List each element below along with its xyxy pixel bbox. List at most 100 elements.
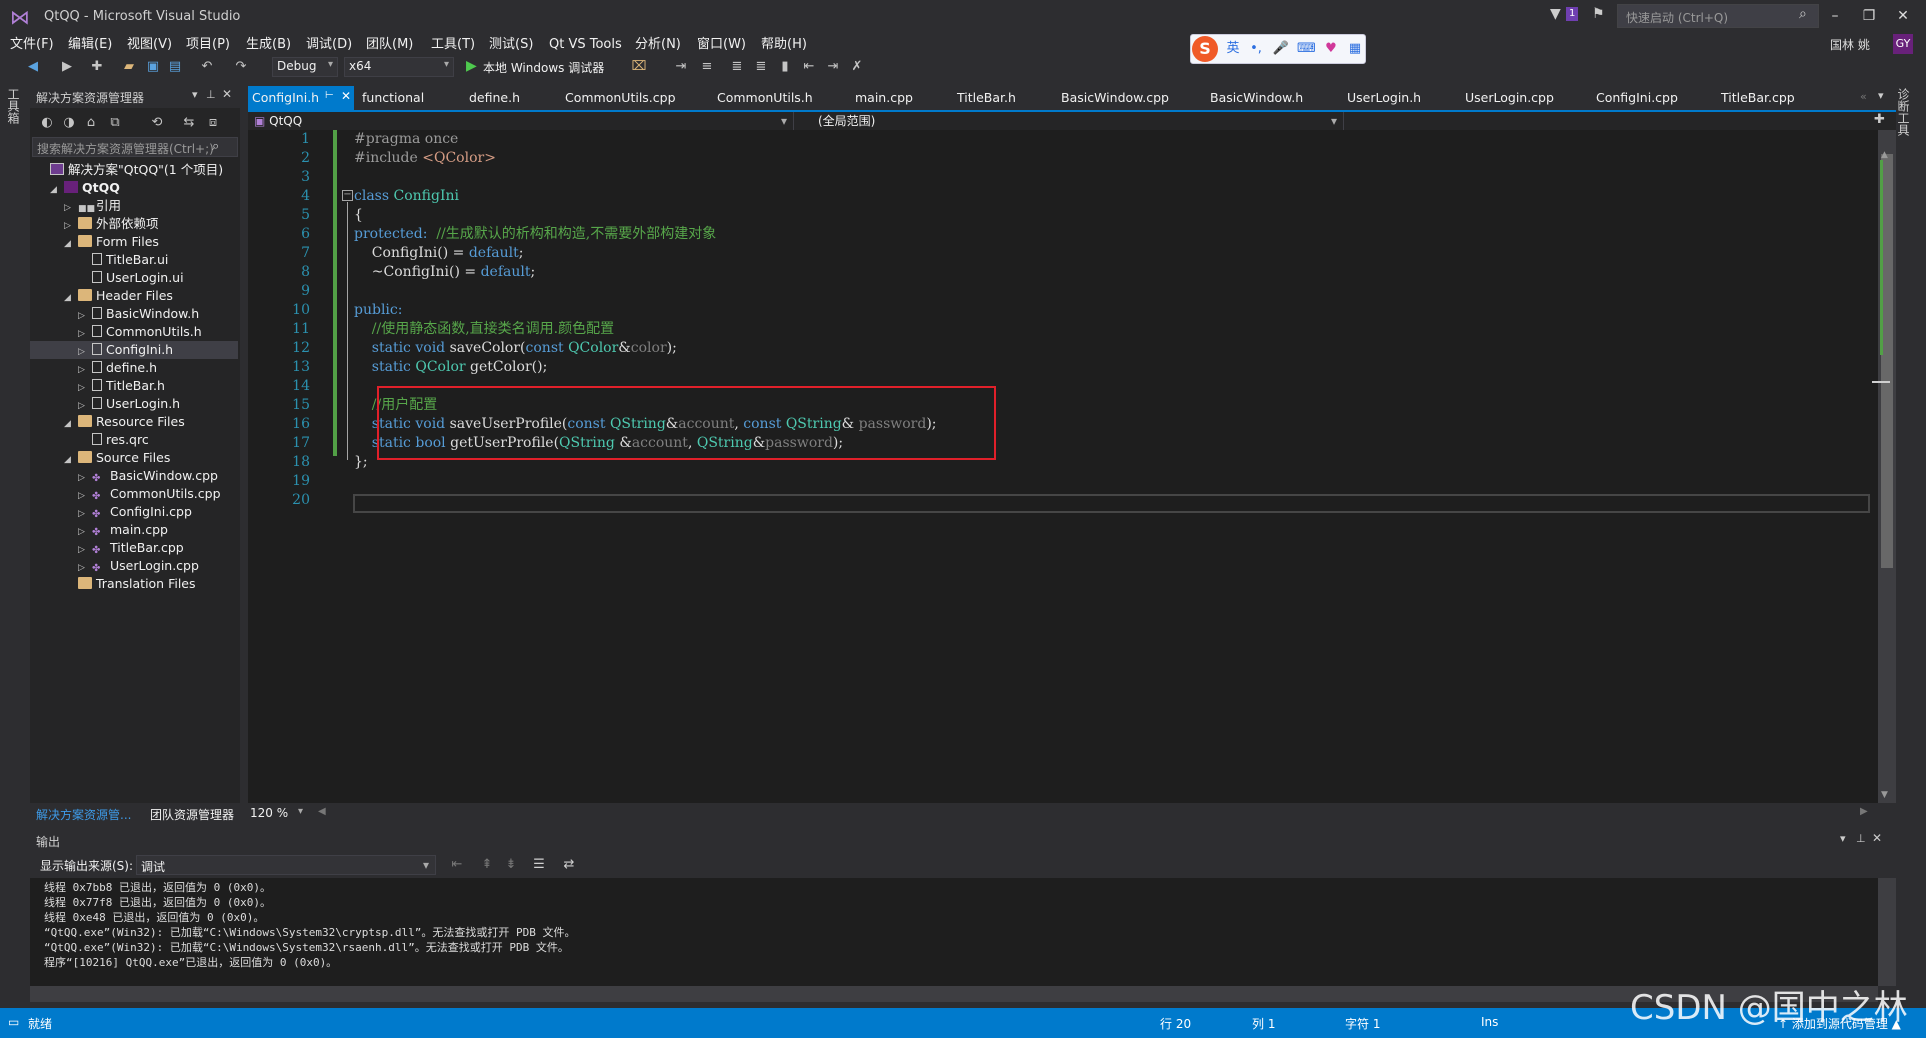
tab-configini-cpp[interactable]: ConfigIni.cpp bbox=[1596, 86, 1678, 110]
menu-view[interactable]: 视图(V) bbox=[127, 34, 172, 56]
prev-message-icon[interactable]: ⇞ bbox=[478, 856, 496, 874]
uncomment-icon[interactable]: ≣ bbox=[752, 58, 770, 76]
tree-item[interactable]: ▷ BasicWindow.h bbox=[78, 305, 199, 323]
tab-dropdown-icon[interactable]: ▾ bbox=[1878, 89, 1884, 102]
zoom-level[interactable]: 120 % bbox=[250, 806, 288, 820]
tree-item[interactable]: ◢ QtQQ bbox=[50, 179, 120, 197]
tab-titlebar-cpp[interactable]: TitleBar.cpp bbox=[1721, 86, 1795, 110]
tab-team-explorer[interactable]: 团队资源管理器 bbox=[150, 806, 234, 823]
close-panel-icon[interactable]: ✕ bbox=[222, 87, 232, 101]
bookmark-icon[interactable]: ▮ bbox=[776, 58, 794, 76]
tree-item[interactable]: ◢ Form Files bbox=[64, 233, 159, 251]
menu-analyze[interactable]: 分析(N) bbox=[635, 34, 681, 56]
collapse-region-icon[interactable]: − bbox=[342, 190, 353, 201]
user-avatar[interactable]: GY bbox=[1893, 34, 1913, 54]
tree-item[interactable]: res.qrc bbox=[78, 431, 149, 449]
expanded-arrow-icon[interactable]: ◢ bbox=[64, 415, 76, 433]
close-tab-icon[interactable]: ✕ bbox=[341, 89, 351, 103]
tab-configini-h[interactable]: ConfigIni.h bbox=[252, 86, 319, 110]
menu-tools[interactable]: 工具(T) bbox=[431, 34, 475, 56]
tree-item[interactable]: ▷ ConfigIni.h bbox=[78, 341, 173, 359]
tree-item[interactable]: ▷ ✤ CommonUtils.cpp bbox=[78, 485, 221, 503]
solution-configuration-select[interactable]: Debug ▾ bbox=[272, 57, 338, 77]
menu-window[interactable]: 窗口(W) bbox=[697, 34, 746, 56]
tab-userlogin-cpp[interactable]: UserLogin.cpp bbox=[1465, 86, 1554, 110]
start-debugging-icon[interactable]: ▶ bbox=[466, 58, 477, 74]
redo-icon[interactable]: ↷ bbox=[232, 58, 250, 76]
breakpoint-list-icon[interactable]: ≡ bbox=[698, 58, 716, 76]
find-message-icon[interactable]: ⇤ bbox=[448, 856, 466, 874]
scroll-down-icon[interactable]: ▼ bbox=[1881, 790, 1888, 800]
tree-item[interactable]: ▷ ✤ BasicWindow.cpp bbox=[78, 467, 218, 485]
menu-test[interactable]: 测试(S) bbox=[489, 34, 533, 56]
tree-item[interactable]: 解决方案"QtQQ"(1 个项目) bbox=[36, 161, 223, 179]
pin-icon[interactable]: ⊥ bbox=[1856, 832, 1866, 845]
menu-edit[interactable]: 编辑(E) bbox=[68, 34, 112, 56]
tab-main-cpp[interactable]: main.cpp bbox=[855, 86, 913, 110]
expanded-arrow-icon[interactable]: ◢ bbox=[64, 451, 76, 469]
tree-item[interactable]: TitleBar.ui bbox=[78, 251, 168, 269]
expanded-arrow-icon[interactable]: ◢ bbox=[64, 235, 76, 253]
browse-icon[interactable]: ⌧ bbox=[630, 58, 648, 76]
tree-item[interactable]: ▷ TitleBar.h bbox=[78, 377, 165, 395]
output-vertical-scrollbar[interactable] bbox=[1878, 878, 1896, 986]
menu-help[interactable]: 帮助(H) bbox=[761, 34, 807, 56]
tree-item[interactable]: ▷ ✤ main.cpp bbox=[78, 521, 168, 539]
tree-item[interactable]: ◢ Header Files bbox=[64, 287, 173, 305]
pin-icon[interactable]: ⊥ bbox=[206, 88, 216, 101]
collapse-all-icon[interactable]: ⧈ bbox=[204, 114, 222, 132]
tree-item[interactable]: UserLogin.ui bbox=[78, 269, 184, 287]
tab-commonutils-cpp[interactable]: CommonUtils.cpp bbox=[565, 86, 676, 110]
split-editor-icon[interactable]: ✚ bbox=[1874, 112, 1885, 127]
panel-dropdown-icon[interactable]: ▾ bbox=[192, 88, 198, 101]
tree-item[interactable]: ▷ CommonUtils.h bbox=[78, 323, 202, 341]
tree-item[interactable]: ▷ UserLogin.h bbox=[78, 395, 180, 413]
menu-build[interactable]: 生成(B) bbox=[246, 34, 291, 56]
scope-dropdown[interactable]: (全局范围) ▾ bbox=[798, 112, 1344, 130]
tab-define-h[interactable]: define.h bbox=[469, 86, 520, 110]
expanded-arrow-icon[interactable]: ◢ bbox=[50, 181, 62, 199]
tree-item[interactable]: ▷ ✤ UserLogin.cpp bbox=[78, 557, 199, 575]
feedback-icon[interactable]: ⚑ bbox=[1592, 6, 1605, 22]
user-name[interactable]: 国林 姚 bbox=[1830, 36, 1870, 53]
tab-basicwindow-h[interactable]: BasicWindow.h bbox=[1210, 86, 1303, 110]
tree-item[interactable]: ◢ Source Files bbox=[64, 449, 170, 467]
tree-item[interactable]: ▷ ✤ TitleBar.cpp bbox=[78, 539, 184, 557]
next-bookmark-icon[interactable]: ⇥ bbox=[824, 58, 842, 76]
scroll-right-icon[interactable]: ▶ bbox=[1860, 806, 1868, 817]
menu-debug[interactable]: 调试(D) bbox=[306, 34, 352, 56]
notification-badge[interactable]: 1 bbox=[1566, 7, 1579, 21]
step-icon[interactable]: ⇥ bbox=[672, 58, 690, 76]
tree-item[interactable]: ▷ 外部依赖项 bbox=[64, 215, 159, 233]
start-debugging-button[interactable]: 本地 Windows 调试器 bbox=[483, 59, 604, 76]
diagnostic-tools-tab[interactable]: 诊断工具 bbox=[1896, 88, 1912, 136]
tree-item[interactable]: ▷ ✤ ConfigIni.cpp bbox=[78, 503, 192, 521]
tab-titlebar-h[interactable]: TitleBar.h bbox=[957, 86, 1016, 110]
minimize-button[interactable]: – bbox=[1820, 4, 1850, 28]
close-window-button[interactable]: ✕ bbox=[1888, 4, 1918, 28]
pending-changes-icon[interactable]: ⟲ bbox=[148, 114, 166, 132]
open-folder-icon[interactable]: ▰ bbox=[120, 58, 138, 76]
zoom-dropdown-icon[interactable]: ▾ bbox=[298, 806, 303, 817]
tab-userlogin-h[interactable]: UserLogin.h bbox=[1347, 86, 1421, 110]
forward-icon[interactable]: ◑ bbox=[60, 114, 78, 132]
close-panel-icon[interactable]: ✕ bbox=[1872, 831, 1882, 845]
tree-item[interactable]: ◢ Resource Files bbox=[64, 413, 185, 431]
scroll-tabs-icon[interactable]: « bbox=[1860, 90, 1867, 103]
expanded-arrow-icon[interactable]: ◢ bbox=[64, 289, 76, 307]
home-icon[interactable]: ⌂ bbox=[82, 114, 100, 132]
clear-all-icon[interactable]: ☰ bbox=[530, 856, 548, 874]
undo-icon[interactable]: ↶ bbox=[198, 58, 216, 76]
solution-search-input[interactable]: 搜索解决方案资源管理器(Ctrl+;) bbox=[32, 137, 238, 157]
tab-basicwindow-cpp[interactable]: BasicWindow.cpp bbox=[1061, 86, 1169, 110]
menu-qt-vs-tools[interactable]: Qt VS Tools bbox=[549, 34, 622, 56]
output-horizontal-scrollbar[interactable] bbox=[30, 986, 1878, 1002]
solution-platform-select[interactable]: x64 ▾ bbox=[344, 57, 454, 77]
tree-item[interactable]: ▷ ■■引用 bbox=[64, 197, 121, 215]
sync-icon[interactable]: ⇆ bbox=[180, 114, 198, 132]
tab-solution-explorer[interactable]: 解决方案资源管... bbox=[36, 806, 131, 823]
filter-icon[interactable]: ▼ bbox=[1550, 6, 1561, 22]
toolbox-tab[interactable]: 工具箱 bbox=[6, 88, 22, 124]
comment-icon[interactable]: ≣ bbox=[728, 58, 746, 76]
forward-icon[interactable]: ▶ bbox=[58, 58, 76, 76]
